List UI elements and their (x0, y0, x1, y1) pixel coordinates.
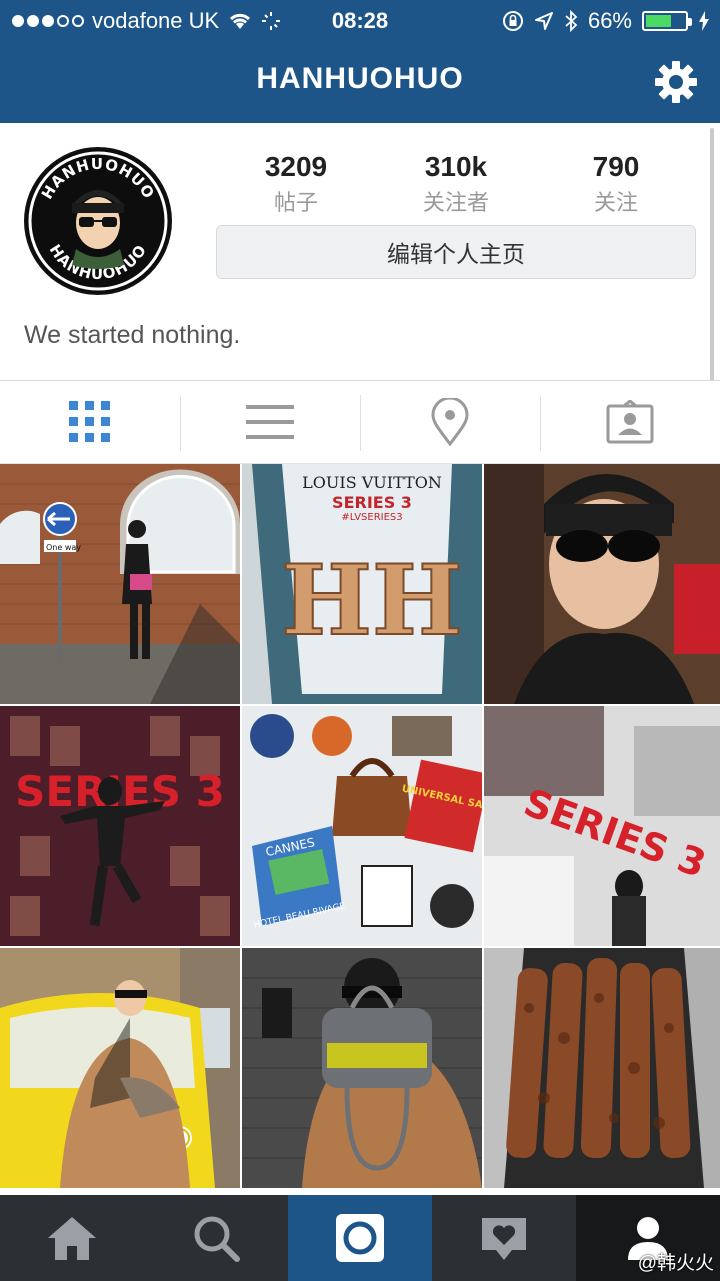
tab-grid-view[interactable] (0, 381, 180, 463)
orientation-lock-icon (502, 11, 523, 31)
photo-subcaption: SERIES 3 (332, 493, 412, 512)
activity-heart-icon (482, 1218, 526, 1260)
photo-thumbnail[interactable] (0, 948, 240, 1188)
home-icon (48, 1217, 96, 1260)
battery-icon (642, 11, 692, 31)
photo-letters: HH (281, 544, 462, 657)
photo-caption: LOUIS VUITTON (302, 473, 442, 492)
grid-icon (69, 401, 110, 442)
app-screen: vodafone UK 08:28 66% HANHUOHUO HANHUOHU… (0, 0, 720, 1281)
settings-gear-icon[interactable] (652, 58, 700, 106)
header: vodafone UK 08:28 66% HANHUOHUO (0, 0, 720, 123)
nav-search[interactable] (144, 1195, 288, 1281)
photo-thumbnail[interactable] (484, 464, 720, 704)
photo-thumbnail[interactable]: SERIES 3 (484, 706, 720, 946)
stat-followers-label: 关注者 (422, 190, 489, 215)
camera-icon (336, 1214, 384, 1262)
bluetooth-icon (565, 10, 578, 32)
photo-thumbnail[interactable] (242, 948, 482, 1188)
tab-places[interactable] (360, 381, 540, 463)
photo-tag: #LVSERIES3 (341, 512, 402, 523)
edit-profile-button[interactable]: 编辑个人主页 (216, 225, 696, 279)
watermark: @韩火火 (637, 1253, 714, 1274)
location-pin-icon (431, 398, 469, 446)
photo-thumbnail[interactable]: UNIVERSAL SALE CANNES HOTEL BEAU RIVAGE (242, 706, 482, 946)
nav-home[interactable] (0, 1195, 144, 1281)
photo-thumbnail[interactable]: SERIES 3 (0, 706, 240, 946)
charging-bolt-icon (699, 11, 709, 31)
tab-list-view[interactable] (180, 381, 360, 463)
stat-following-count: 790 (592, 151, 640, 182)
photo-sign-text: One way (46, 543, 81, 552)
stat-posts-count: 3209 (264, 151, 328, 182)
stat-following[interactable]: 790 关注 (536, 151, 696, 217)
status-bar: vodafone UK 08:28 66% (0, 0, 720, 40)
list-icon (246, 405, 294, 439)
stat-followers-count: 310k (424, 151, 488, 182)
profile-section: HANHUOHUO HANHUOHUO 3209 帖子 310k 关注者 790… (0, 123, 720, 380)
photo-thumbnail[interactable]: LOUIS VUITTON SERIES 3 #LVSERIES3 HH (242, 464, 482, 704)
profile-bio: We started nothing. (24, 321, 241, 349)
avatar[interactable]: HANHUOHUO HANHUOHUO (24, 147, 172, 295)
photo-thumbnail[interactable]: One way (0, 464, 240, 704)
tab-tagged[interactable] (540, 381, 720, 463)
location-arrow-icon (534, 12, 553, 30)
nav-camera[interactable] (288, 1195, 432, 1281)
photo-thumbnail[interactable] (484, 948, 720, 1188)
photo-grid: One way LOUIS VUITTON SERIES 3 #LVSERIES… (0, 464, 720, 1195)
search-icon (194, 1216, 240, 1262)
nav-activity[interactable] (432, 1195, 576, 1281)
stat-followers[interactable]: 310k 关注者 (376, 151, 536, 217)
page-title: HANHUOHUO (256, 62, 464, 95)
profile-view-tabs (0, 380, 720, 464)
stat-following-label: 关注 (593, 190, 638, 215)
tagged-photos-icon (606, 400, 654, 444)
battery-percent: 66% (587, 8, 632, 33)
stat-posts: 3209 帖子 (216, 151, 376, 217)
stat-posts-label: 帖子 (273, 190, 318, 215)
profile-stats: 3209 帖子 310k 关注者 790 关注 (216, 151, 696, 217)
bottom-nav (0, 1195, 720, 1281)
